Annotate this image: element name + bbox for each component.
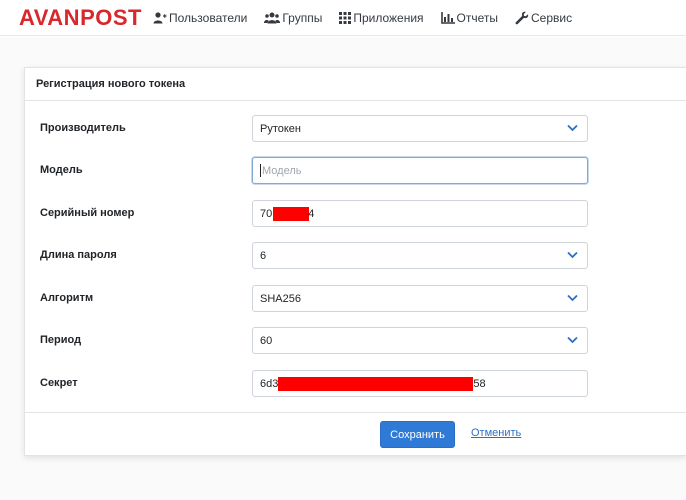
field-row-period: Период 60 (25, 327, 686, 355)
grid-icon (339, 12, 352, 24)
field-row-model: Модель Модель (25, 157, 686, 185)
top-navbar: AVANPOST Пользователи Группы Приложения … (0, 0, 686, 36)
chevron-down-icon (567, 336, 578, 344)
model-placeholder: Модель (262, 164, 302, 177)
nav-item-applications[interactable]: Приложения (339, 0, 424, 36)
cancel-link[interactable]: Отменить (471, 427, 521, 439)
algorithm-label: Алгоритм (40, 292, 94, 304)
nav-item-users[interactable]: Пользователи (153, 0, 247, 36)
field-row-password-length: Длина пароля 6 (25, 242, 686, 270)
chevron-down-icon (567, 251, 578, 259)
secret-label: Секрет (40, 377, 78, 389)
nav-item-applications-label: Приложения (353, 11, 424, 25)
users-icon (264, 12, 281, 24)
manufacturer-value: Рутокен (260, 122, 301, 135)
period-value: 60 (260, 334, 273, 347)
serial-value-suffix: 4 (308, 207, 315, 220)
bar-chart-icon (440, 12, 455, 24)
secret-value-prefix: 6d3 (260, 377, 279, 390)
nav-item-service-label: Сервис (531, 11, 573, 25)
token-registration-card: Регистрация нового токена Производитель … (24, 67, 686, 456)
nav-item-service[interactable]: Сервис (515, 0, 572, 36)
secret-input[interactable]: 6d3 58 (252, 370, 588, 397)
card-title: Регистрация нового токена (25, 68, 686, 101)
algorithm-select[interactable]: SHA256 (252, 285, 588, 312)
field-row-secret: Секрет 6d3 58 (25, 370, 686, 398)
serial-label: Серийный номер (40, 207, 135, 219)
password-length-label: Длина пароля (40, 249, 117, 261)
main-nav: Пользователи Группы Приложения Отчеты Се… (153, 0, 589, 36)
wrench-icon (515, 11, 529, 25)
manufacturer-label: Производитель (40, 122, 126, 134)
password-length-select[interactable]: 6 (252, 242, 588, 269)
password-length-value: 6 (260, 249, 267, 262)
save-button[interactable]: Сохранить (380, 421, 455, 448)
nav-item-groups-label: Группы (282, 11, 323, 25)
period-label: Период (40, 334, 82, 346)
period-select[interactable]: 60 (252, 327, 588, 354)
chevron-down-icon (567, 124, 578, 132)
redaction-mark (273, 206, 310, 221)
nav-item-reports[interactable]: Отчеты (440, 0, 499, 36)
field-row-serial: Серийный номер 70 4 (25, 200, 686, 228)
manufacturer-select[interactable]: Рутокен (252, 115, 588, 142)
nav-item-reports-label: Отчеты (456, 11, 499, 25)
secret-value-suffix: 58 (473, 377, 486, 390)
serial-input[interactable]: 70 4 (252, 200, 588, 227)
user-icon (153, 12, 167, 24)
text-caret (260, 164, 261, 177)
model-label: Модель (40, 164, 83, 176)
chevron-down-icon (567, 294, 578, 302)
serial-value-prefix: 70 (260, 207, 273, 220)
nav-item-users-label: Пользователи (169, 11, 248, 25)
avanpost-logo[interactable]: AVANPOST (19, 5, 142, 31)
field-row-algorithm: Алгоритм SHA256 (25, 285, 686, 313)
algorithm-value: SHA256 (260, 292, 301, 305)
field-row-manufacturer: Производитель Рутокен (25, 115, 686, 143)
form-footer: Сохранить Отменить (25, 412, 686, 457)
nav-item-groups[interactable]: Группы (264, 0, 322, 36)
model-input[interactable]: Модель (252, 157, 588, 184)
redaction-mark (278, 376, 474, 391)
